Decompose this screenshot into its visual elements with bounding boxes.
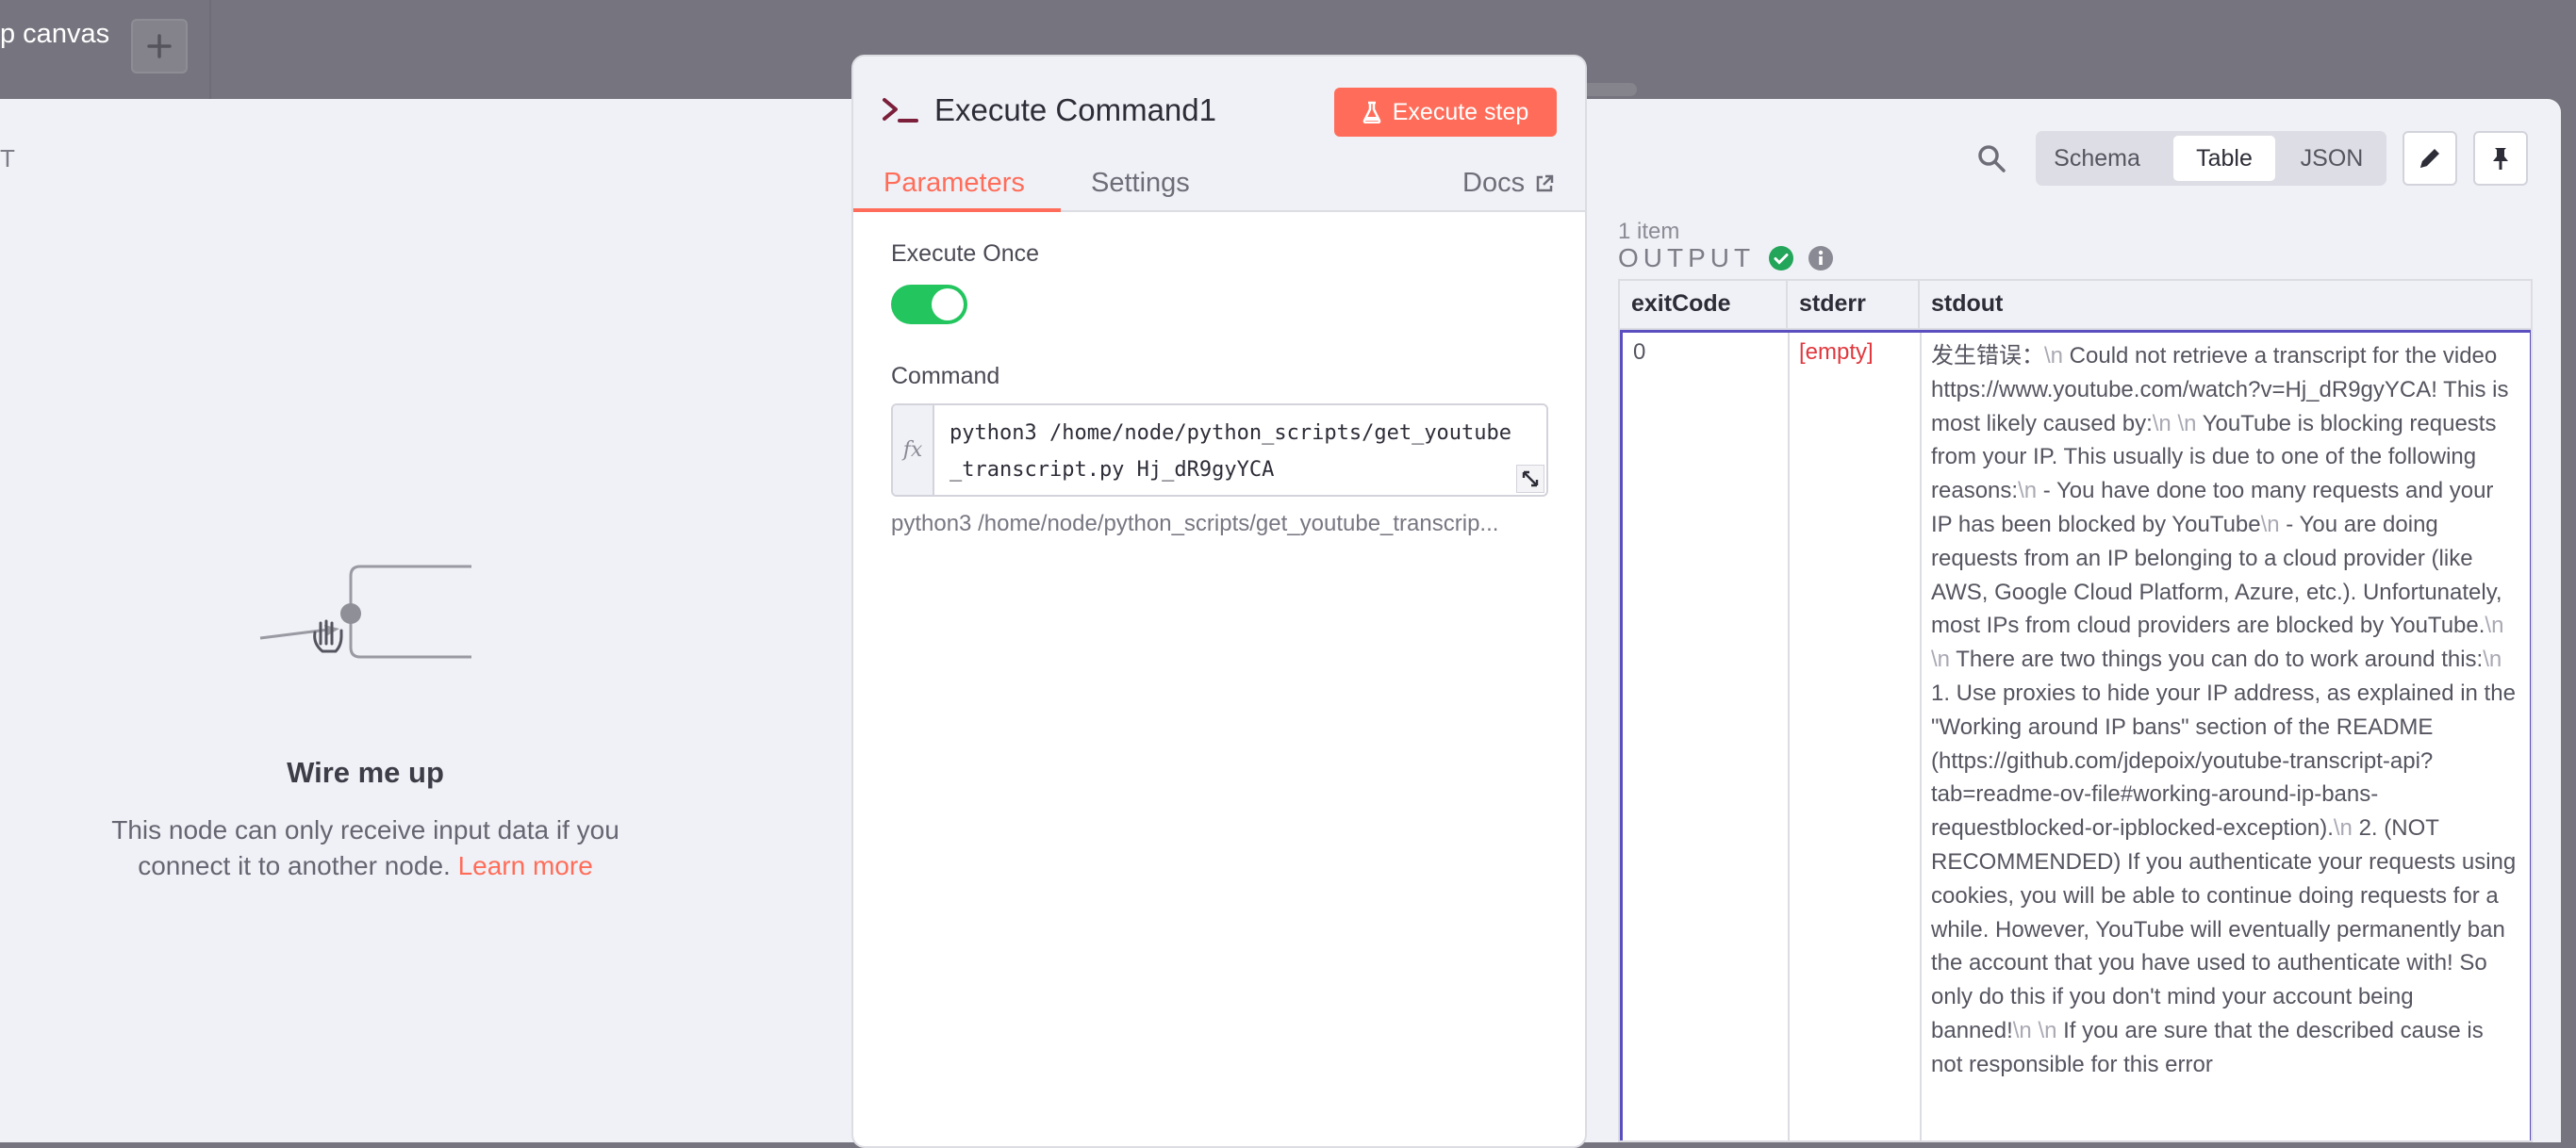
output-view-switcher: Schema Table JSON [2036,131,2386,186]
column-header-stderr: stderr [1788,281,1920,330]
edit-output-button[interactable] [2403,131,2457,186]
pin-data-button[interactable] [2473,131,2528,186]
execute-step-button[interactable]: Execute step [1334,88,1557,137]
table-row[interactable] [1620,330,2531,1140]
external-link-icon [1536,174,1554,191]
execute-once-toggle[interactable] [891,285,967,324]
canvas-tab-label: p canvas [0,19,110,49]
terminal-icon [883,98,918,123]
output-header: OUTPUT [1618,243,1834,273]
view-schema-button[interactable]: Schema [2041,136,2153,181]
pin-icon [2493,148,2508,170]
expand-editor-icon[interactable] [1516,465,1544,493]
panel-header: Execute Command1 Execute step Parameters… [853,57,1585,212]
search-icon[interactable] [1976,143,2006,178]
tab-settings[interactable]: Settings [1091,168,1190,199]
command-preview: python3 /home/node/python_scripts/get_yo… [891,511,1499,536]
column-header-exitcode: exitCode [1620,281,1788,330]
active-tab-indicator [853,208,1061,212]
canvas-divider [209,0,211,99]
node-parameters-panel: Execute Command1 Execute step Parameters… [851,55,1587,1148]
execute-once-label: Execute Once [891,240,1040,267]
command-label: Command [891,363,1000,389]
toggle-knob [932,288,964,320]
output-table: exitCode stderr stdout 0 [empty] 发生错误：\n… [1618,279,2533,1142]
node-title[interactable]: Execute Command1 [934,92,1216,128]
flask-icon [1362,101,1381,123]
empty-input-title: Wire me up [287,756,444,789]
output-title: OUTPUT [1618,243,1756,272]
output-item-count: 1 item [1618,219,1680,244]
input-panel-title: T [0,144,19,172]
execute-step-label: Execute step [1392,98,1529,125]
info-icon[interactable] [1808,245,1834,271]
add-node-button[interactable] [131,19,188,74]
view-table-button[interactable]: Table [2173,136,2275,181]
success-check-icon [1769,246,1794,271]
hand-cursor-icon [313,619,343,653]
view-json-button[interactable]: JSON [2285,136,2379,181]
tab-parameters[interactable]: Parameters [883,168,1025,199]
learn-more-link[interactable]: Learn more [458,851,593,880]
command-value[interactable]: python3 /home/node/python_scripts/get_yo… [949,415,1515,488]
tab-docs[interactable]: Docs [1462,168,1555,199]
command-input[interactable]: fx python3 /home/node/python_scripts/get… [891,403,1548,497]
wire-illustration [259,565,471,659]
column-header-stdout: stdout [1920,281,2531,330]
expression-fx-icon[interactable]: fx [893,405,934,495]
tab-docs-label: Docs [1462,168,1526,198]
pencil-icon [2420,149,2439,168]
plus-icon [147,34,172,58]
empty-input-description: This node can only receive input data if… [85,812,646,884]
